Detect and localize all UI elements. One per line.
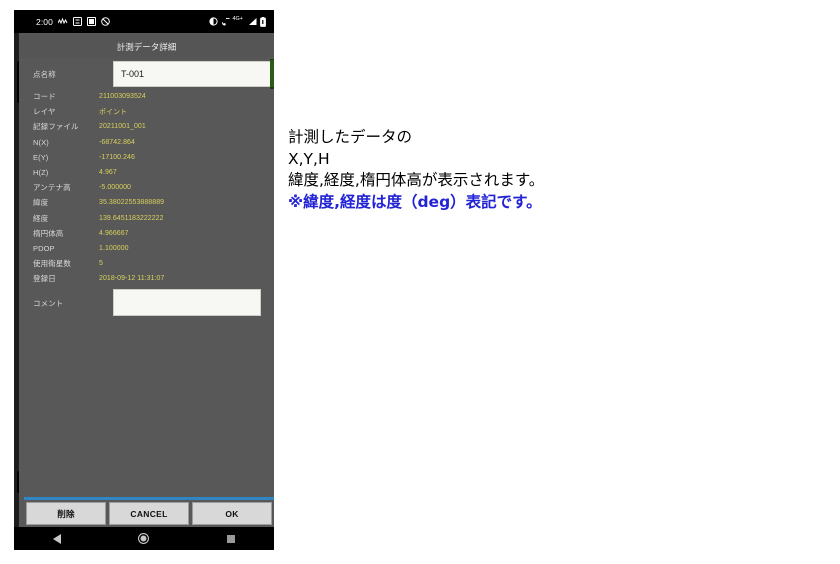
field-row-code: コード 211003093524 [19, 89, 274, 104]
network-type-label: 4G+ [232, 15, 243, 22]
field-label-point-name: 点名称 [33, 69, 56, 79]
field-label-height-z: H(Z) [33, 168, 49, 178]
recents-square-icon[interactable] [227, 534, 236, 543]
call-4g-icon [222, 18, 230, 26]
field-row-ellipsoidal-height: 楕円体高 4.966667 [19, 226, 274, 241]
app-screen: 計測データ詳細 点名称 T-001 コード 211003093524 レイヤ ポ… [14, 33, 274, 527]
dialog-button-bar: 削除 CANCEL OK [24, 500, 274, 527]
signal-wave-icon [57, 17, 68, 25]
delete-button[interactable]: 削除 [26, 502, 106, 525]
back-triangle-icon[interactable] [52, 533, 61, 544]
measurement-detail-dialog: 計測データ詳細 点名称 T-001 コード 211003093524 レイヤ ポ… [19, 33, 274, 527]
field-label-record-file: 記録ファイル [33, 122, 79, 132]
screenshot-root: 2:00 4G+ 計測データ詳細 点名称 T-001 コード 211003093… [0, 0, 840, 564]
signal-bars-icon [249, 18, 257, 25]
field-value-satellites-used: 5 [99, 260, 103, 268]
field-label-registration-date: 登録日 [33, 274, 56, 284]
status-clock: 2:00 [36, 16, 53, 27]
field-value-east-y: -17100.246 [99, 153, 135, 161]
dialog-scrollbar-track[interactable] [270, 59, 274, 89]
field-row-point-name: 点名称 T-001 [19, 59, 274, 89]
annotation-line-1: 計測したデータの [288, 128, 413, 146]
field-row-layer: レイヤ ポイント [19, 104, 274, 119]
field-label-comment: コメント [33, 298, 64, 308]
field-row-comment: コメント [19, 286, 274, 320]
field-value-record-file: 20211001_001 [99, 123, 146, 131]
field-row-satellites-used: 使用衛星数 5 [19, 256, 274, 271]
field-row-east-y: E(Y) -17100.246 [19, 150, 274, 165]
field-row-longitude: 経度 139.6451183222222 [19, 211, 274, 226]
phone-device: 2:00 4G+ 計測データ詳細 点名称 T-001 コード 211003093… [14, 10, 274, 550]
dialog-title: 計測データ詳細 [19, 35, 274, 58]
field-row-latitude: 緯度 35.38022553888889 [19, 195, 274, 210]
field-value-north-x: -68742.864 [99, 138, 135, 146]
field-value-latitude: 35.38022553888889 [99, 199, 165, 207]
sd-card-icon [72, 17, 82, 26]
field-value-pdop: 1.100000 [99, 244, 129, 252]
field-label-satellites-used: 使用衛星数 [33, 259, 71, 269]
brightness-icon [209, 17, 219, 26]
field-label-pdop: PDOP [33, 243, 55, 253]
annotation-line-3: 緯度,経度,楕円体高が表示されます。 [288, 171, 545, 189]
field-row-record-file: 記録ファイル 20211001_001 [19, 119, 274, 134]
sync-disabled-icon [101, 17, 110, 26]
field-row-north-x: N(X) -68742.864 [19, 135, 274, 150]
field-value-code: 211003093524 [99, 93, 146, 101]
field-label-north-x: N(X) [33, 137, 49, 147]
cancel-button[interactable]: CANCEL [109, 502, 189, 525]
field-label-antenna-height: アンテナ高 [33, 183, 71, 193]
field-row-height-z: H(Z) 4.967 [19, 165, 274, 180]
field-row-pdop: PDOP 1.100000 [19, 241, 274, 256]
field-row-registration-date: 登録日 2018-09-12 11:31:07 [19, 271, 274, 286]
status-bar-right: 4G+ [209, 15, 266, 27]
field-value-longitude: 139.6451183222222 [99, 214, 164, 222]
field-label-ellipsoidal-height: 楕円体高 [33, 228, 64, 238]
field-label-code: コード [33, 92, 56, 102]
status-bar-left: 2:00 [36, 17, 110, 27]
android-nav-bar [14, 527, 274, 550]
image-icon [86, 17, 96, 26]
comment-input[interactable] [113, 289, 261, 317]
field-list: 点名称 T-001 コード 211003093524 レイヤ ポイント 記録ファ… [19, 59, 274, 320]
field-row-antenna-height: アンテナ高 -5.000000 [19, 180, 274, 195]
point-name-input[interactable]: T-001 [113, 61, 274, 87]
annotation-line-2: X,Y,H [288, 149, 330, 168]
field-value-registration-date: 2018-09-12 11:31:07 [99, 275, 165, 283]
field-label-east-y: E(Y) [33, 152, 49, 162]
annotation-text-block: 計測したデータの X,Y,H 緯度,経度,楕円体高が表示されます。 ※緯度,経度… [288, 127, 808, 213]
field-label-layer: レイヤ [33, 107, 56, 117]
status-bar: 2:00 4G+ [14, 10, 274, 33]
battery-icon [260, 16, 266, 27]
field-label-latitude: 緯度 [33, 198, 49, 208]
field-value-height-z: 4.967 [99, 169, 117, 177]
field-label-longitude: 経度 [33, 213, 49, 223]
ok-button[interactable]: OK [192, 502, 272, 525]
dialog-scrollbar-thumb[interactable] [270, 60, 274, 87]
field-value-antenna-height: -5.000000 [99, 184, 131, 192]
annotation-line-4-highlight: ※緯度,経度は度（deg）表記です。 [288, 192, 542, 211]
field-value-layer: ポイント [99, 108, 128, 116]
home-circle-icon[interactable] [138, 533, 150, 544]
field-value-ellipsoidal-height: 4.966667 [99, 229, 129, 237]
